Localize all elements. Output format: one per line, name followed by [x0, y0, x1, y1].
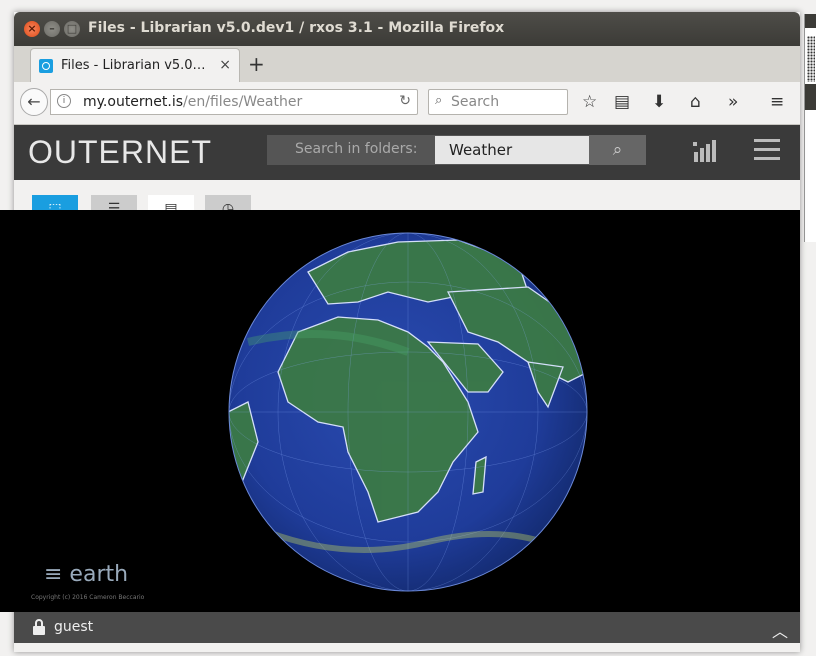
- signal-status-icon[interactable]: [692, 138, 718, 164]
- url-host: my.outernet.is: [83, 94, 184, 110]
- reload-icon[interactable]: ↻: [399, 93, 411, 109]
- download-icon[interactable]: ⬇: [652, 92, 666, 112]
- back-button[interactable]: ←: [20, 88, 48, 116]
- background-window-bar: [805, 84, 816, 110]
- hamburger-menu-icon[interactable]: [754, 139, 780, 161]
- search-icon: ⌕: [435, 93, 443, 108]
- search-icon: ⌕: [612, 140, 623, 160]
- home-icon[interactable]: ⌂: [690, 92, 701, 112]
- url-bar[interactable]: i my.outernet.is/en/files/Weather ↻: [50, 89, 418, 115]
- close-window-button[interactable]: ×: [24, 21, 40, 37]
- earth-brand[interactable]: ≡ earth: [44, 562, 128, 587]
- navigation-toolbar: ← i my.outernet.is/en/files/Weather ↻ ⌕ …: [14, 82, 800, 125]
- new-tab-button[interactable]: +: [248, 52, 265, 76]
- outernet-logo[interactable]: OUTERNET: [28, 134, 212, 171]
- minimize-window-button[interactable]: –: [44, 21, 60, 37]
- folder-search-label: Search in folders:: [295, 141, 418, 157]
- bookmark-star-icon[interactable]: ☆: [582, 92, 597, 112]
- background-window-content: [807, 36, 815, 82]
- site-header: OUTERNET Search in folders: Weather ⌕: [14, 125, 800, 180]
- folder-search-button[interactable]: ⌕: [589, 135, 646, 165]
- chevron-up-icon[interactable]: ︿: [772, 618, 788, 642]
- close-tab-icon[interactable]: ×: [219, 57, 231, 73]
- url-text: my.outernet.is/en/files/Weather: [83, 94, 302, 110]
- folder-search: Search in folders: Weather ⌕: [267, 135, 646, 165]
- menu-icon[interactable]: ≡: [770, 92, 784, 112]
- tab-files[interactable]: Files - Librarian v5.0… ×: [30, 48, 240, 82]
- favicon-icon: [39, 59, 53, 73]
- footer-bar: guest ︿: [14, 612, 800, 643]
- tab-title: Files - Librarian v5.0…: [61, 58, 206, 73]
- lock-icon: [33, 619, 45, 635]
- footer-username[interactable]: guest: [54, 619, 93, 635]
- url-path: /en/files/Weather: [183, 94, 303, 110]
- background-window-titlebar: [805, 14, 816, 28]
- search-input[interactable]: ⌕ Search: [428, 89, 568, 115]
- reading-list-icon[interactable]: ▤: [614, 92, 630, 112]
- background-window: [804, 14, 816, 242]
- maximize-window-button[interactable]: □: [64, 21, 80, 37]
- search-placeholder: Search: [451, 94, 500, 110]
- earth-copyright: Copyright (c) 2016 Cameron Beccario: [31, 594, 145, 601]
- overflow-icon[interactable]: »: [728, 92, 738, 112]
- window-title: Files - Librarian v5.0.dev1 / rxos 3.1 -…: [88, 20, 505, 36]
- tab-strip: Files - Librarian v5.0… × +: [14, 46, 800, 83]
- globe[interactable]: [228, 232, 588, 592]
- earth-visualization[interactable]: ≡ earth Copyright (c) 2016 Cameron Becca…: [0, 210, 800, 612]
- titlebar: × – □ Files - Librarian v5.0.dev1 / rxos…: [14, 12, 800, 46]
- folder-search-input[interactable]: Weather: [435, 136, 589, 164]
- info-icon[interactable]: i: [57, 94, 71, 108]
